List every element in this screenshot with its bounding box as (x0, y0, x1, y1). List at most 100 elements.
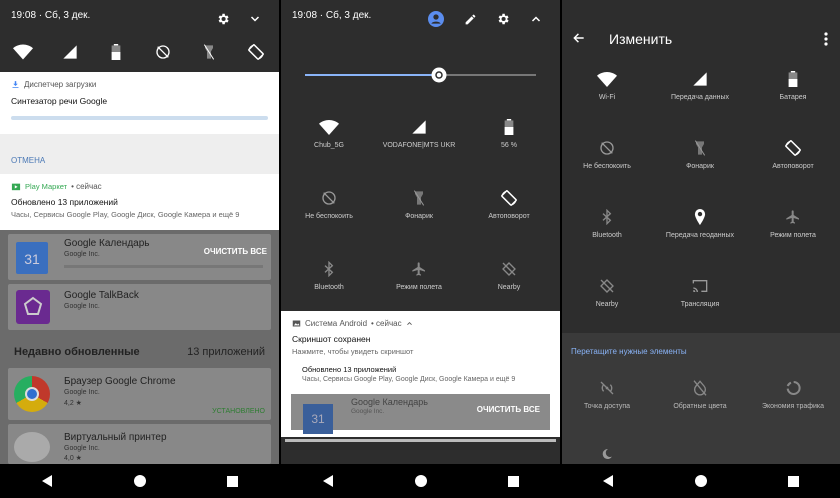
arrow-back-icon[interactable] (572, 31, 586, 50)
download-source: Диспетчер загрузки (24, 80, 97, 89)
page-title: Изменить (609, 31, 673, 47)
tile-dnd[interactable]: Не беспокоить (284, 189, 374, 220)
tile-label: Chub_5G (314, 142, 344, 149)
tile-data-saver[interactable]: Экономия трафика (748, 379, 838, 410)
download-progress (11, 116, 268, 120)
calendar-app-icon: 31 (303, 404, 333, 434)
recents-icon[interactable] (218, 466, 248, 496)
app-name: Google TalkBack (64, 290, 139, 301)
tile-flashlight[interactable]: Фонарик (374, 189, 464, 220)
signal-icon (374, 118, 464, 136)
market-notification[interactable]: Play Маркет • сейчас Обновлено 13 прилож… (0, 174, 279, 230)
app-rating: 4,2 ★ (64, 400, 82, 407)
home-icon[interactable] (406, 466, 436, 496)
home-icon[interactable] (686, 466, 716, 496)
drag-hint: Перетащите нужные элементы (571, 347, 687, 356)
app-publisher: Google Inc. (64, 445, 100, 452)
tile-nearby[interactable]: Nearby (464, 260, 554, 291)
download-title: Синтезатор речи Google (11, 96, 108, 106)
recents-icon[interactable] (779, 466, 809, 496)
tile-cast[interactable]: Трансляция (655, 277, 745, 308)
notif-text: Нажмите, чтобы увидеть скриншот (292, 347, 414, 356)
tile-label: Батарея (779, 94, 807, 101)
autorotate-icon[interactable] (244, 40, 268, 64)
more-vert-icon[interactable] (824, 32, 828, 51)
chevron-down-icon[interactable] (246, 10, 264, 28)
panel-notifications-download: 19:08 · Сб, 3 дек. Диспетчер загрузки Си… (0, 0, 279, 498)
clear-all-button[interactable]: ОЧИСТИТЬ ВСЕ (477, 405, 540, 414)
app-publisher: Google Inc. (351, 408, 385, 415)
brightness-icon[interactable] (430, 66, 448, 84)
flashlight-icon[interactable] (197, 40, 221, 64)
notif-title: Скриншот сохранен (292, 334, 371, 344)
back-icon[interactable] (32, 466, 62, 496)
tile-flashlight[interactable]: Фонарик (655, 139, 745, 170)
gear-icon[interactable] (494, 10, 512, 28)
tile-autorotate[interactable]: Автоповорот (464, 189, 554, 220)
tile-label: Передача геоданных (665, 232, 735, 239)
installed-badge: УСТАНОВЛЕНО (212, 408, 265, 415)
tile-label: Nearby (595, 301, 619, 308)
tile-signal[interactable]: Передача данных (655, 70, 745, 101)
nearby-icon (464, 260, 554, 278)
screenshot-preview[interactable]: 31 Google Календарь Google Inc. ОЧИСТИТЬ… (291, 394, 550, 434)
battery-icon (464, 118, 554, 136)
app-name: Браузер Google Chrome (64, 376, 176, 387)
tile-label: Режим полета (396, 284, 442, 291)
play-store-background: 31 Google Календарь Google Inc. ОЧИСТИТЬ… (0, 230, 279, 464)
panel-edit-tiles: Изменить Wi-Fi Передача данных Батарея Не б… (562, 0, 840, 498)
wifi-icon[interactable] (11, 40, 35, 64)
flashlight-icon (374, 189, 464, 207)
available-tiles-section: Перетащите нужные элементы Точка доступа… (562, 333, 840, 465)
chevron-up-icon[interactable] (527, 10, 545, 28)
avatar-icon[interactable] (427, 10, 445, 28)
tile-bluetooth[interactable]: Bluetooth (562, 208, 652, 239)
gear-icon[interactable] (214, 10, 232, 28)
tile-airplane[interactable]: Режим полета (374, 260, 464, 291)
tile-location[interactable]: Передача геоданных (655, 208, 745, 239)
tile-nearby[interactable]: Nearby (562, 277, 652, 308)
app-card: Браузер Google Chrome Google Inc. 4,2 ★ … (8, 368, 271, 420)
tile-label: VODAFONE|MTS UKR (382, 142, 456, 149)
tile-label: Автоповорот (772, 163, 814, 170)
app-name: Google Календарь (64, 238, 150, 249)
chrome-app-icon (14, 376, 50, 412)
tile-airplane[interactable]: Режим полета (748, 208, 838, 239)
app-card: 31 Google Календарь Google Inc. ОЧИСТИТЬ… (8, 234, 271, 280)
signal-icon[interactable] (58, 40, 82, 64)
signal-icon (655, 70, 745, 88)
clear-all-button[interactable]: ОЧИСТИТЬ ВСЕ (204, 247, 267, 256)
edit-icon[interactable] (461, 10, 479, 28)
quick-settings-row (0, 40, 279, 64)
tile-label: 56 % (501, 142, 517, 149)
download-notification[interactable]: Диспетчер загрузки Синтезатор речи Googl… (0, 72, 279, 134)
app-publisher: Google Inc. (64, 251, 100, 258)
tile-battery[interactable]: Батарея (748, 70, 838, 101)
recents-icon[interactable] (499, 466, 529, 496)
cloud-print-app-icon (14, 432, 50, 462)
tile-bluetooth[interactable]: Bluetooth (284, 260, 374, 291)
tile-invert-colors[interactable]: Обратные цвета (655, 379, 745, 410)
tile-autorotate[interactable]: Автоповорот (748, 139, 838, 170)
back-icon[interactable] (593, 466, 623, 496)
nearby-icon (562, 277, 652, 295)
tile-hotspot[interactable]: Точка доступа (562, 379, 652, 410)
tile-wifi[interactable]: Wi-Fi (562, 70, 652, 101)
dnd-icon[interactable] (151, 40, 175, 64)
back-icon[interactable] (313, 466, 343, 496)
battery-icon (748, 70, 838, 88)
tile-label: Bluetooth (592, 232, 622, 239)
tile-label: Фонарик (405, 213, 433, 220)
tile-dnd[interactable]: Не беспокоить (562, 139, 652, 170)
airplane-icon (748, 208, 838, 226)
battery-icon[interactable] (104, 40, 128, 64)
tile-signal[interactable]: VODAFONE|MTS UKR (374, 118, 464, 149)
home-icon[interactable] (125, 466, 155, 496)
airplane-icon (374, 260, 464, 278)
wifi-icon (562, 70, 652, 88)
tile-battery[interactable]: 56 % (464, 118, 554, 149)
tile-wifi[interactable]: Chub_5G (284, 118, 374, 149)
cancel-button[interactable]: ОТМЕНА (11, 156, 45, 165)
hotspot-icon (562, 379, 652, 397)
autorotate-icon (748, 139, 838, 157)
